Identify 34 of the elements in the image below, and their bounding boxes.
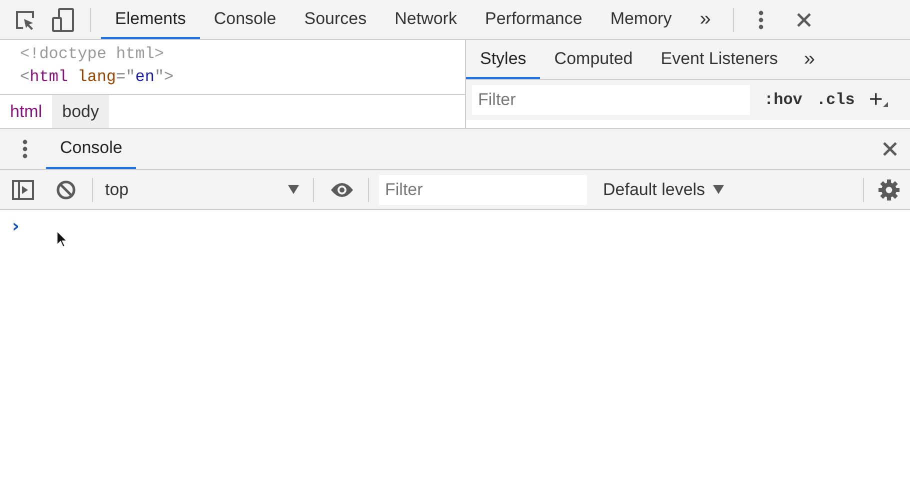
device-icon[interactable] (52, 8, 74, 32)
log-levels-select[interactable]: Default levels (597, 178, 730, 200)
code-line: <!doctype html> (20, 44, 164, 65)
panel-tab[interactable]: Console (200, 0, 290, 39)
breadcrumb[interactable]: body (52, 95, 109, 128)
more-tabs-button[interactable]: » (792, 40, 828, 79)
panel-tab[interactable]: Performance (470, 0, 596, 39)
corner-triangle-icon (882, 102, 888, 107)
drawer-close-icon[interactable] (882, 141, 898, 157)
mouse-cursor-icon (56, 230, 68, 248)
new-rule-button[interactable]: + (868, 88, 883, 112)
panel-tab[interactable]: Elements (101, 0, 200, 39)
styles-filter-field[interactable]: Filter (472, 85, 750, 115)
clear-console-icon[interactable] (56, 180, 76, 200)
more-options-icon[interactable] (758, 10, 764, 30)
console-filter-field[interactable]: Filter (379, 174, 587, 204)
drawer-menu-icon[interactable] (22, 139, 28, 159)
hover-state-toggle[interactable]: :hov (764, 91, 802, 109)
class-toggle[interactable]: .cls (816, 91, 855, 109)
dropdown-caret-icon (713, 185, 724, 194)
inspect-icon[interactable] (14, 8, 36, 30)
context-select[interactable]: top (105, 174, 301, 204)
sidebar-tab[interactable]: Event Listeners (646, 40, 792, 79)
close-icon[interactable] (796, 12, 812, 28)
panel-tab[interactable]: Sources (290, 0, 381, 39)
more-tabs-button[interactable]: » (696, 8, 715, 31)
console-prompt: › (12, 216, 20, 237)
dropdown-caret-icon (288, 185, 299, 194)
eye-icon[interactable] (330, 182, 354, 198)
panel-tab[interactable]: Network (380, 0, 471, 39)
sidebar-tab[interactable]: Computed (540, 40, 647, 79)
panel-tab[interactable]: Memory (596, 0, 686, 39)
sidebar-toggle-icon[interactable] (12, 180, 34, 200)
code-line: <html lang="en"> (20, 67, 174, 88)
